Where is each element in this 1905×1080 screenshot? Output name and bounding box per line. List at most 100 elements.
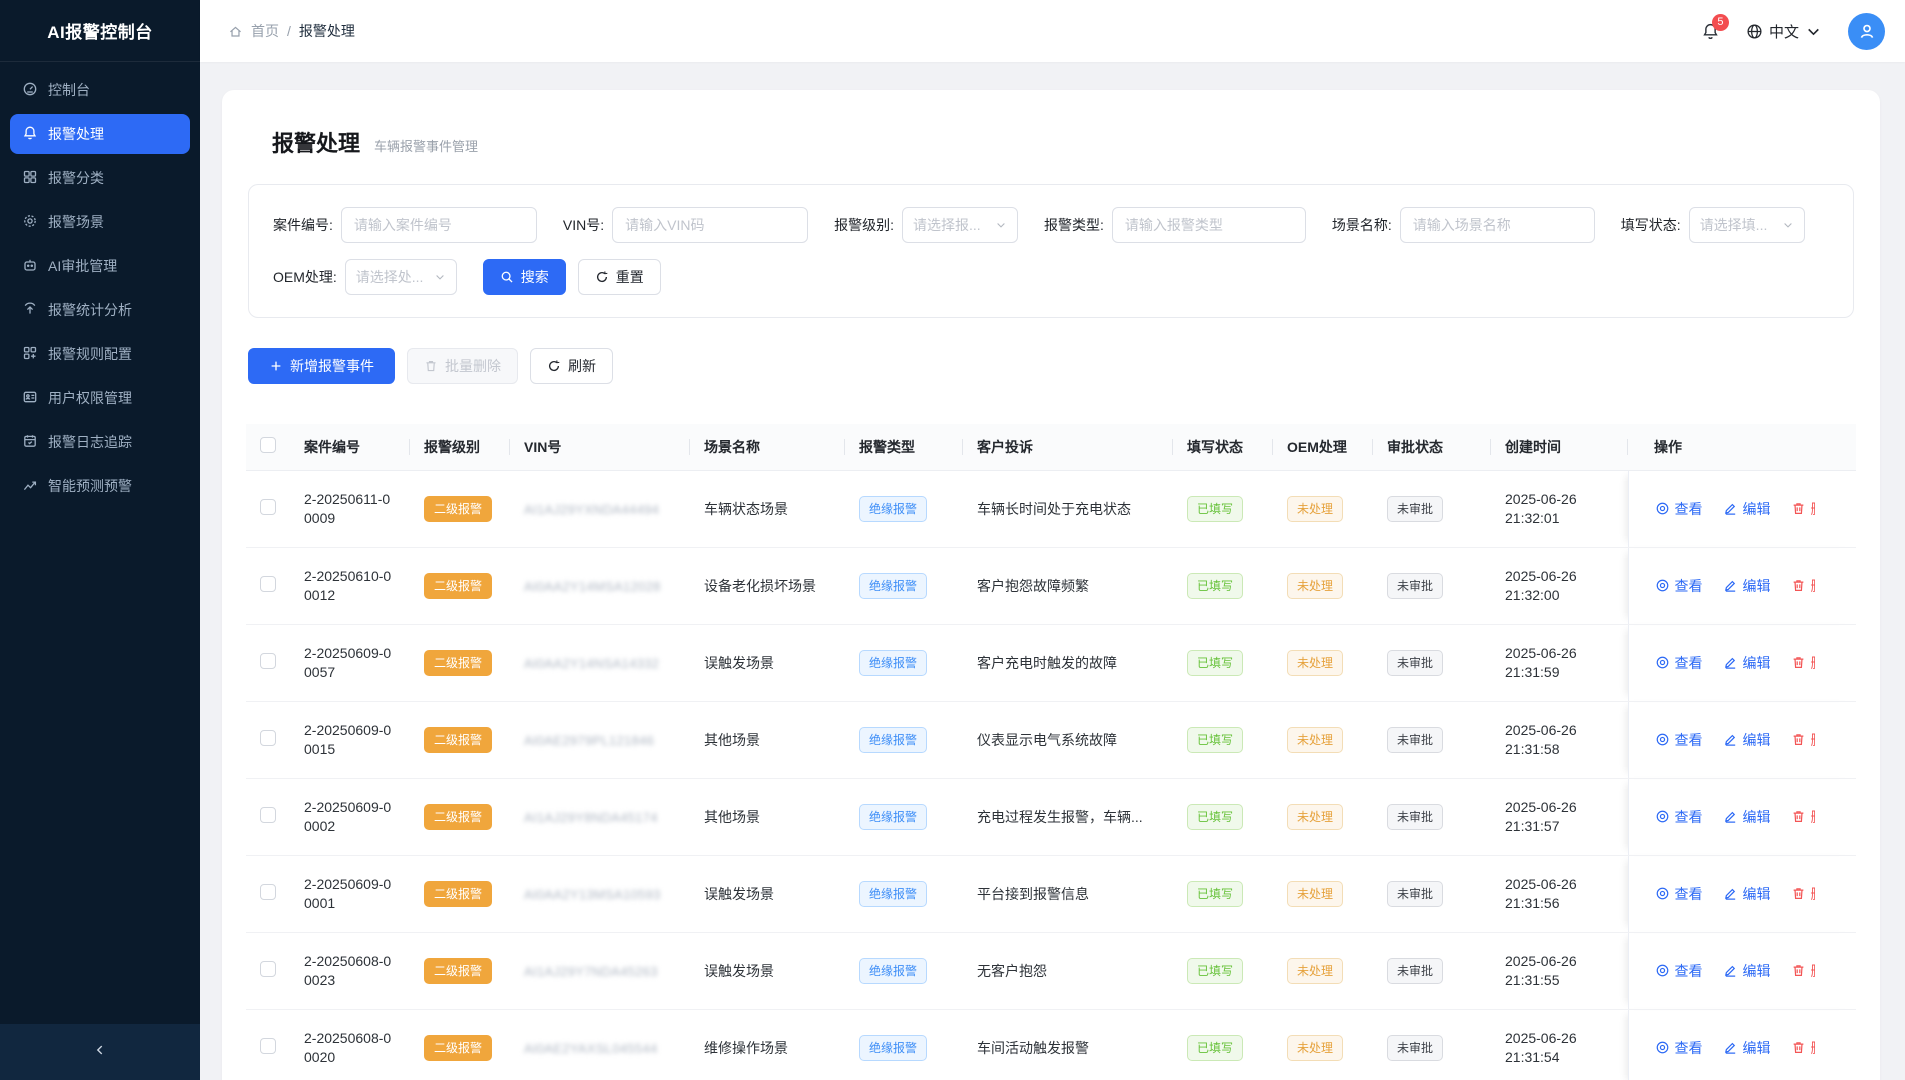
edit-button[interactable]: 编辑: [1723, 807, 1771, 827]
pencil-icon: [1723, 963, 1738, 978]
scene-name: 误触发场景: [704, 963, 774, 979]
delete-label: 删除: [1811, 653, 1815, 673]
delete-button[interactable]: 删除: [1791, 653, 1815, 673]
add-alarm-event-button[interactable]: 新增报警事件: [248, 348, 395, 384]
row-checkbox[interactable]: [260, 499, 276, 515]
row-checkbox[interactable]: [260, 884, 276, 900]
vin-input[interactable]: [612, 207, 808, 243]
breadcrumb-home[interactable]: 首页: [251, 21, 279, 41]
view-button[interactable]: 查看: [1655, 730, 1703, 750]
created-at: 2025-06-26 21:31:58: [1505, 721, 1614, 759]
scene-name: 误触发场景: [704, 886, 774, 902]
search-button-label: 搜索: [521, 267, 549, 287]
view-button[interactable]: 查看: [1655, 576, 1703, 596]
refresh-button[interactable]: 刷新: [530, 348, 613, 384]
complaint-text: 无客户抱怨: [977, 961, 1159, 981]
row-checkbox[interactable]: [260, 730, 276, 746]
oem-select[interactable]: 请选择处...: [345, 259, 457, 295]
user-avatar[interactable]: [1848, 13, 1885, 50]
edit-button[interactable]: 编辑: [1723, 730, 1771, 750]
delete-button[interactable]: 删除: [1791, 499, 1815, 519]
edit-button[interactable]: 编辑: [1723, 499, 1771, 519]
row-checkbox[interactable]: [260, 1038, 276, 1054]
row-actions: 查看 编辑 删除: [1643, 499, 1815, 519]
edit-button[interactable]: 编辑: [1723, 1038, 1771, 1058]
app-title: AI报警控制台: [0, 0, 200, 62]
edit-button[interactable]: 编辑: [1723, 576, 1771, 596]
table-row: 2-20250609-00001 二级报警 AI0AA2Y13MSA10593 …: [246, 855, 1856, 932]
case-no-input[interactable]: [341, 207, 537, 243]
oem-status-badge: 未处理: [1287, 804, 1343, 830]
delete-button[interactable]: 删除: [1791, 1038, 1815, 1058]
row-checkbox[interactable]: [260, 653, 276, 669]
chevron-down-icon: [995, 219, 1007, 231]
sidebar-item-user-permissions[interactable]: 用户权限管理: [10, 378, 190, 418]
edit-label: 编辑: [1743, 499, 1771, 519]
sidebar-item-alarm-handling[interactable]: 报警处理: [10, 114, 190, 154]
row-actions: 查看 编辑 删除: [1643, 576, 1815, 596]
home-icon[interactable]: [228, 24, 243, 39]
chevron-down-icon: [1782, 219, 1794, 231]
arrow-up-circle-icon: [22, 301, 38, 320]
trash-icon: [1791, 963, 1806, 978]
language-switcher[interactable]: 中文: [1746, 21, 1822, 42]
fill-status-badge: 已填写: [1187, 727, 1243, 753]
scene-input[interactable]: [1400, 207, 1595, 243]
batch-delete-button[interactable]: 批量删除: [407, 348, 518, 384]
complaint-text: 车辆长时间处于充电状态: [977, 499, 1159, 519]
col-approve-status: 审批状态: [1373, 424, 1491, 470]
sidebar-item-alarm-statistics[interactable]: 报警统计分析: [10, 290, 190, 330]
view-button[interactable]: 查看: [1655, 499, 1703, 519]
trash-icon: [1791, 501, 1806, 516]
approve-status-badge: 未审批: [1387, 958, 1443, 984]
delete-button[interactable]: 删除: [1791, 730, 1815, 750]
row-checkbox[interactable]: [260, 576, 276, 592]
sidebar-item-alarm-category[interactable]: 报警分类: [10, 158, 190, 198]
sidebar-item-alarm-rules[interactable]: 报警规则配置: [10, 334, 190, 374]
view-button[interactable]: 查看: [1655, 807, 1703, 827]
sidebar-item-alarm-logs[interactable]: 报警日志追踪: [10, 422, 190, 462]
view-button[interactable]: 查看: [1655, 961, 1703, 981]
sidebar-item-alarm-scene[interactable]: 报警场景: [10, 202, 190, 242]
refresh-icon: [595, 270, 609, 284]
row-checkbox[interactable]: [260, 961, 276, 977]
delete-button[interactable]: 删除: [1791, 576, 1815, 596]
type-badge: 绝缘报警: [859, 881, 927, 907]
reset-button[interactable]: 重置: [578, 259, 661, 295]
delete-button[interactable]: 删除: [1791, 807, 1815, 827]
edit-button[interactable]: 编辑: [1723, 653, 1771, 673]
col-actions: 操作: [1628, 424, 1856, 470]
search-button[interactable]: 搜索: [483, 259, 566, 295]
delete-button[interactable]: 删除: [1791, 884, 1815, 904]
eye-icon: [1655, 732, 1670, 747]
delete-button[interactable]: 删除: [1791, 961, 1815, 981]
sidebar-collapse-button[interactable]: [0, 1024, 200, 1080]
notifications-button[interactable]: 5: [1701, 22, 1720, 41]
bell-icon: [22, 125, 38, 144]
trash-icon: [1791, 732, 1806, 747]
edit-button[interactable]: 编辑: [1723, 961, 1771, 981]
edit-label: 编辑: [1743, 653, 1771, 673]
sidebar-item-dashboard[interactable]: 控制台: [10, 70, 190, 110]
col-scene: 场景名称: [690, 424, 845, 470]
table-header-row: 案件编号 报警级别 VIN号 场景名称 报警类型 客户投诉 填写状态 OEM处理…: [246, 424, 1856, 470]
type-input[interactable]: [1112, 207, 1306, 243]
case-number: 2-20250609-00002: [304, 798, 396, 836]
select-all-checkbox[interactable]: [260, 437, 276, 453]
edit-label: 编辑: [1743, 1038, 1771, 1058]
view-button[interactable]: 查看: [1655, 653, 1703, 673]
sidebar-item-smart-prediction[interactable]: 智能预测预警: [10, 466, 190, 506]
oem-select-placeholder: 请选择处...: [356, 267, 424, 287]
sidebar-item-label: 智能预测预警: [48, 476, 132, 496]
edit-button[interactable]: 编辑: [1723, 884, 1771, 904]
view-button[interactable]: 查看: [1655, 884, 1703, 904]
fill-status-select[interactable]: 请选择填...: [1689, 207, 1805, 243]
level-select[interactable]: 请选择报...: [902, 207, 1018, 243]
sidebar-item-ai-approval[interactable]: AI审批管理: [10, 246, 190, 286]
case-number: 2-20250611-00009: [304, 490, 396, 528]
col-complaint: 客户投诉: [963, 424, 1173, 470]
view-button[interactable]: 查看: [1655, 1038, 1703, 1058]
created-date: 2025-06-26: [1505, 798, 1614, 817]
table-row: 2-20250610-00012 二级报警 AI0AA2Y14MSA12028 …: [246, 547, 1856, 624]
row-checkbox[interactable]: [260, 807, 276, 823]
